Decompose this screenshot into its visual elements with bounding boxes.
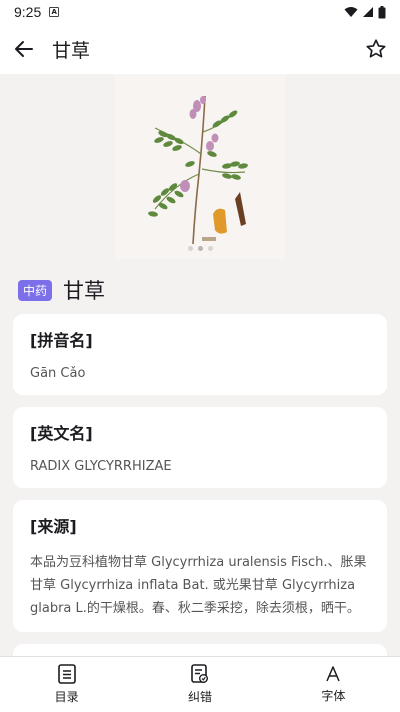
edit-document-icon — [191, 664, 208, 683]
herb-name: 甘草 — [63, 279, 106, 303]
nav-font[interactable]: 字体 — [267, 657, 400, 712]
page-title: 甘草 — [52, 39, 91, 62]
status-bar: 9:25 A — [0, 0, 400, 24]
back-icon[interactable] — [12, 37, 36, 61]
bottom-nav: 目录 纠错 字体 — [0, 656, 400, 712]
source-card: [来源] 本品为豆科植物甘草 Glycyrrhiza uralensis Fis… — [13, 500, 387, 632]
carousel-dot[interactable] — [187, 246, 193, 251]
herb-illustration — [115, 74, 285, 259]
pinyin-text: Gān Cǎo — [30, 366, 86, 381]
category-badge: 中药 — [18, 279, 53, 301]
source-text: 本品为豆科植物甘草 Glycyrrhiza uralensis Fisch.、胀… — [30, 555, 367, 616]
nav-catalog[interactable]: 目录 — [0, 657, 133, 712]
source-heading: [来源] — [30, 517, 77, 536]
wifi-icon — [344, 7, 358, 17]
nav-catalog-label: 目录 — [54, 690, 79, 704]
pinyin-heading: [拼音名] — [30, 331, 93, 350]
favorite-star-icon[interactable] — [364, 37, 388, 61]
nav-font-label: 字体 — [321, 689, 346, 703]
content-scroll[interactable]: 中药 甘草 [拼音名] Gān Cǎo [英文名] RADIX GLYCYRRH… — [0, 74, 400, 656]
app-bar: 甘草 — [0, 24, 400, 74]
english-name-card: [英文名] RADIX GLYCYRRHIZAE — [13, 407, 387, 488]
nav-report-error-label: 纠错 — [187, 690, 212, 704]
nav-report-error[interactable]: 纠错 — [133, 657, 266, 712]
pinyin-card: [拼音名] Gān Cǎo — [13, 314, 387, 395]
carousel-dot-active[interactable] — [197, 246, 203, 251]
status-icons — [344, 5, 386, 19]
english-name-text: RADIX GLYCYRRHIZAE — [30, 459, 172, 474]
english-name-heading: [英文名] — [30, 424, 93, 443]
next-card — [13, 644, 387, 656]
font-icon — [326, 666, 341, 682]
carousel-indicator — [115, 246, 285, 251]
herb-header: 中药 甘草 — [0, 266, 400, 314]
cellular-icon — [363, 7, 373, 17]
carousel-dot[interactable] — [207, 246, 213, 251]
list-icon — [57, 664, 76, 684]
licorice-plant-illustration — [148, 95, 248, 245]
status-time: 9:25 — [14, 4, 42, 20]
notification-icon: A — [49, 7, 60, 17]
battery-icon — [378, 5, 386, 18]
image-carousel[interactable] — [0, 74, 400, 266]
